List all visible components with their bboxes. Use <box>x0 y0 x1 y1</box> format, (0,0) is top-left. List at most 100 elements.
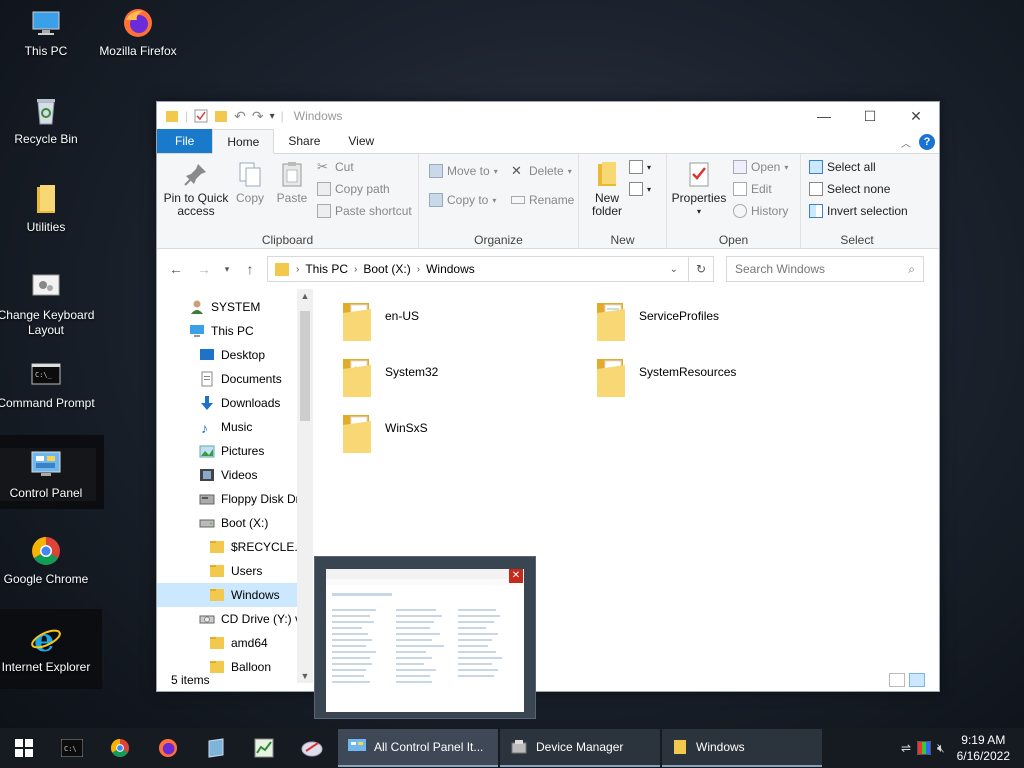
address-bar[interactable]: › This PC › Boot (X:) › Windows ⌄ <box>267 256 689 282</box>
redo-icon[interactable]: ↷ <box>252 108 264 125</box>
select-none-button[interactable]: Select none <box>809 182 890 196</box>
new-folder-icon[interactable] <box>214 109 228 123</box>
desktop-icon-recycle-bin[interactable]: Recycle Bin <box>0 94 96 147</box>
title-bar[interactable]: | ↶ ↷ ▾ | Windows — ☐ ✕ <box>157 102 939 130</box>
paste-shortcut-button[interactable]: Paste shortcut <box>317 204 412 218</box>
file-explorer-window[interactable]: | ↶ ↷ ▾ | Windows — ☐ ✕ File Home Share … <box>156 101 940 692</box>
nav-item-windows[interactable]: Windows <box>157 583 313 607</box>
clock[interactable]: 9:19 AM 6/16/2022 <box>957 732 1010 764</box>
volume-muted-icon[interactable]: 🔇︎ <box>937 741 945 756</box>
pin-to-quick-access-button[interactable]: Pin to Quick access <box>161 160 231 218</box>
copy-to-button[interactable]: Copy to ▾ <box>429 193 496 207</box>
nav-item-amd64[interactable]: amd64 <box>157 631 313 655</box>
desktop-icon-command-prompt[interactable]: C:\_ Command Prompt <box>0 358 96 411</box>
address-dropdown-icon[interactable]: ⌄ <box>670 264 678 275</box>
new-folder-button[interactable]: New folder <box>587 160 627 218</box>
desktop-icon-control-panel[interactable]: Control Panel <box>0 448 96 501</box>
copy-button[interactable]: Copy <box>233 160 267 205</box>
up-arrow-icon[interactable]: ↑ <box>239 261 261 277</box>
start-button[interactable] <box>0 728 48 768</box>
details-view-icon[interactable] <box>889 673 905 687</box>
folder-item-en-us[interactable]: en-US <box>341 299 419 343</box>
cut-button[interactable]: ✂ Cut <box>317 160 354 175</box>
close-preview-icon[interactable]: ✕ <box>509 569 523 583</box>
tab-view[interactable]: View <box>334 129 388 153</box>
history-button[interactable]: History <box>733 204 788 218</box>
taskbar-firefox[interactable] <box>144 728 192 768</box>
move-to-button[interactable]: Move to ▾ <box>429 164 498 178</box>
nav-item-music[interactable]: ♪ Music <box>157 415 313 439</box>
minimize-icon[interactable]: — <box>801 102 847 130</box>
desktop-icon-this-pc[interactable]: This PC <box>0 6 96 59</box>
copy-path-button[interactable]: Copy path <box>317 182 390 196</box>
select-all-button[interactable]: Select all <box>809 160 876 174</box>
nav-item-recycle-bin[interactable]: $RECYCLE.BIN <box>157 535 313 559</box>
nav-item-cd-drive-y-vi[interactable]: CD Drive (Y:) vi <box>157 607 313 631</box>
taskbar-app-task-manager[interactable] <box>240 728 288 768</box>
folder-item-systemresources[interactable]: SystemResources <box>595 355 736 399</box>
search-input[interactable]: Search Windows ⌕ <box>726 256 924 282</box>
breadcrumb-this-pc[interactable]: This PC <box>305 262 348 276</box>
taskbar-command-prompt[interactable]: C:\ <box>48 728 96 768</box>
nav-item-users[interactable]: Users <box>157 559 313 583</box>
nav-item-system[interactable]: SYSTEM <box>157 295 313 319</box>
scroll-thumb[interactable] <box>300 311 310 421</box>
folder-item-winsxs[interactable]: WinSxS <box>341 411 428 455</box>
forward-arrow-icon[interactable]: → <box>193 261 215 277</box>
large-icons-view-icon[interactable] <box>909 673 925 687</box>
nav-item-this-pc[interactable]: This PC <box>157 319 313 343</box>
delete-button[interactable]: ✕ Delete ▾ <box>511 164 572 179</box>
taskbar-task-windows-explorer[interactable]: Windows <box>662 729 822 767</box>
back-arrow-icon[interactable]: ← <box>165 261 187 277</box>
desktop-icon-utilities[interactable]: Utilities <box>0 182 96 235</box>
undo-icon[interactable]: ↶ <box>234 108 246 125</box>
tab-file[interactable]: File <box>157 129 213 153</box>
breadcrumb-windows[interactable]: Windows <box>426 262 475 276</box>
desktop-icon-google-chrome[interactable]: Google Chrome <box>0 534 96 587</box>
folder-item-serviceprofiles[interactable]: ServiceProfiles <box>595 299 719 343</box>
nav-item-boot-x[interactable]: Boot (X:) <box>157 511 313 535</box>
paste-button[interactable]: Paste <box>273 160 311 205</box>
nav-item-documents[interactable]: Documents <box>157 367 313 391</box>
rename-button[interactable]: Rename <box>511 193 574 207</box>
invert-selection-button[interactable]: Invert selection <box>809 204 908 218</box>
nav-scrollbar[interactable]: ▲ ▼ <box>297 289 313 683</box>
maximize-icon[interactable]: ☐ <box>847 102 893 130</box>
folder-item-system32[interactable]: System32 <box>341 355 438 399</box>
nav-item-downloads[interactable]: Downloads <box>157 391 313 415</box>
properties-button[interactable]: Properties ▾ <box>671 160 727 218</box>
tab-share[interactable]: Share <box>274 129 334 153</box>
tab-home[interactable]: Home <box>212 129 275 154</box>
navigation-pane[interactable]: SYSTEM This PC Desktop Documents Downloads ♪ M… <box>157 289 313 683</box>
taskbar-app-snipping-tool[interactable] <box>288 728 336 768</box>
breadcrumb-separator-icon[interactable]: › <box>417 264 420 275</box>
network-disconnected-icon[interactable]: ⇌ <box>901 741 911 755</box>
close-icon[interactable]: ✕ <box>893 102 939 130</box>
taskbar-chrome[interactable] <box>96 728 144 768</box>
nav-item-floppy-disk-dri[interactable]: Floppy Disk Dri <box>157 487 313 511</box>
desktop-icon-change-keyboard-layout[interactable]: Change Keyboard Layout <box>0 270 96 338</box>
scroll-up-icon[interactable]: ▲ <box>297 291 313 301</box>
taskbar-task-control-panel[interactable]: All Control Panel It... <box>338 729 498 767</box>
easy-access-button[interactable]: ▾ <box>629 182 651 196</box>
recent-locations-chevron-icon[interactable]: ▾ <box>221 264 233 275</box>
nav-item-videos[interactable]: Videos <box>157 463 313 487</box>
nav-item-desktop[interactable]: Desktop <box>157 343 313 367</box>
properties-check-icon[interactable] <box>194 109 208 123</box>
help-icon[interactable]: ? <box>919 134 935 150</box>
breadcrumb-separator-icon[interactable]: › <box>354 264 357 275</box>
desktop-icon-firefox[interactable]: Mozilla Firefox <box>88 6 188 59</box>
edit-button[interactable]: Edit <box>733 182 772 196</box>
taskbar-thumbnail-preview[interactable]: ✕ <box>314 556 536 719</box>
new-item-button[interactable]: ▾ <box>629 160 651 174</box>
customize-toolbar-icon[interactable]: ▾ <box>270 111 275 122</box>
taskbar-task-device-manager[interactable]: Device Manager <box>500 729 660 767</box>
breadcrumb-boot[interactable]: Boot (X:) <box>363 262 410 276</box>
breadcrumb-separator-icon[interactable]: › <box>296 264 299 275</box>
open-button[interactable]: Open ▾ <box>733 160 788 174</box>
nav-item-pictures[interactable]: Pictures <box>157 439 313 463</box>
taskbar-app-notepad[interactable] <box>192 728 240 768</box>
collapse-ribbon-icon[interactable]: ︿ <box>901 135 911 150</box>
desktop-icon-internet-explorer[interactable]: e Internet Explorer <box>0 622 96 675</box>
color-display-icon[interactable] <box>917 741 932 755</box>
